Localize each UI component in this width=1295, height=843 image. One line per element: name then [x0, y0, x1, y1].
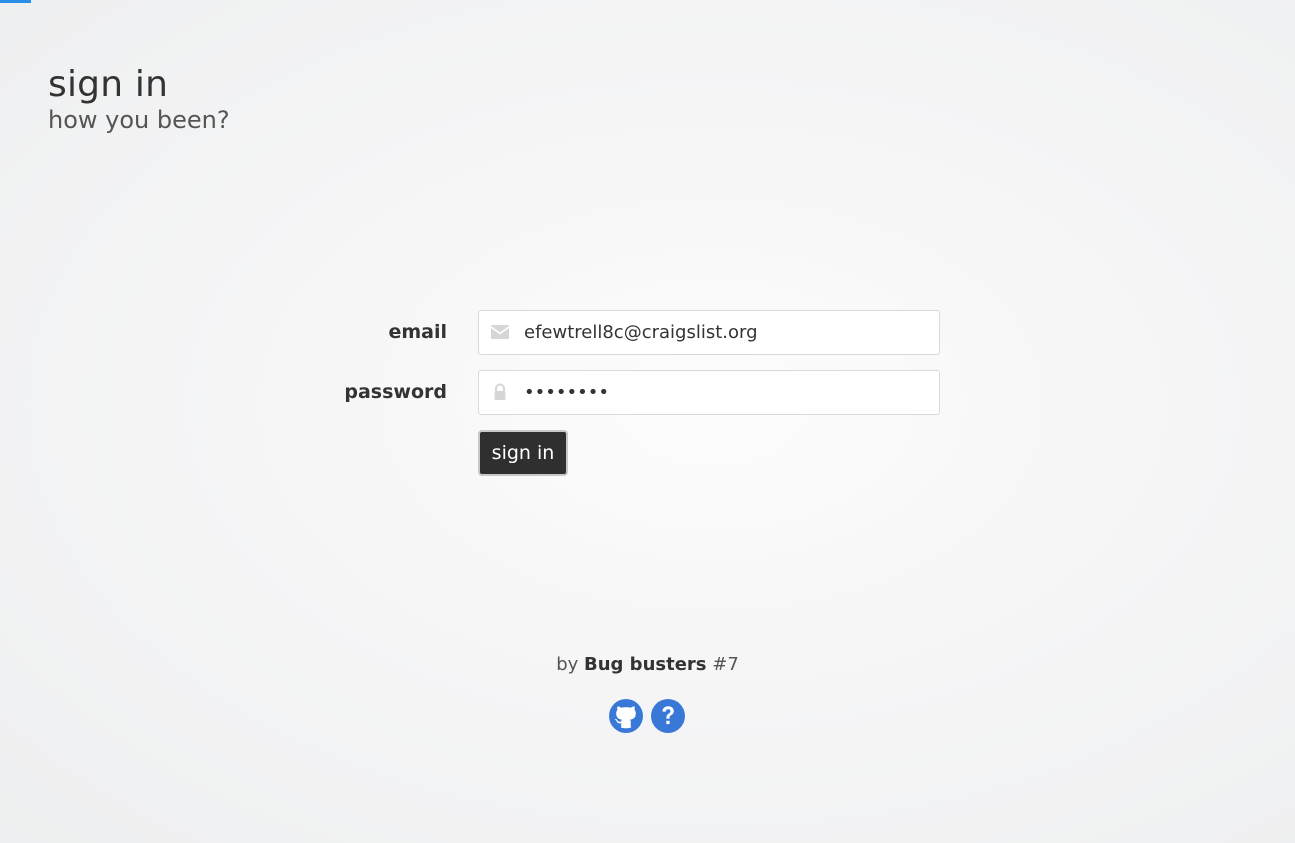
sign-in-button[interactable]: sign in — [478, 430, 568, 476]
footer-links — [608, 698, 688, 734]
help-icon[interactable] — [650, 698, 686, 734]
github-icon[interactable] — [608, 698, 644, 734]
email-input[interactable] — [524, 311, 924, 354]
email-field-wrapper[interactable] — [478, 310, 940, 355]
page-subtitle: how you been? — [48, 106, 230, 134]
lock-icon — [490, 383, 510, 401]
team-number: #7 — [712, 654, 739, 675]
team-name: Bug busters — [584, 654, 707, 675]
page-title: sign in — [48, 64, 169, 105]
envelope-icon — [490, 323, 510, 341]
password-label: password — [344, 381, 447, 403]
password-field-wrapper[interactable] — [478, 370, 940, 415]
footer-credit: by Bug busters #7 — [0, 653, 1295, 677]
email-row: email — [0, 310, 1295, 355]
footer-by: by — [556, 654, 579, 675]
password-input[interactable] — [524, 371, 924, 414]
loading-bar — [0, 0, 31, 3]
email-label: email — [388, 321, 447, 343]
page-header: sign in how you been? — [48, 64, 230, 134]
password-row: password — [0, 370, 1295, 415]
